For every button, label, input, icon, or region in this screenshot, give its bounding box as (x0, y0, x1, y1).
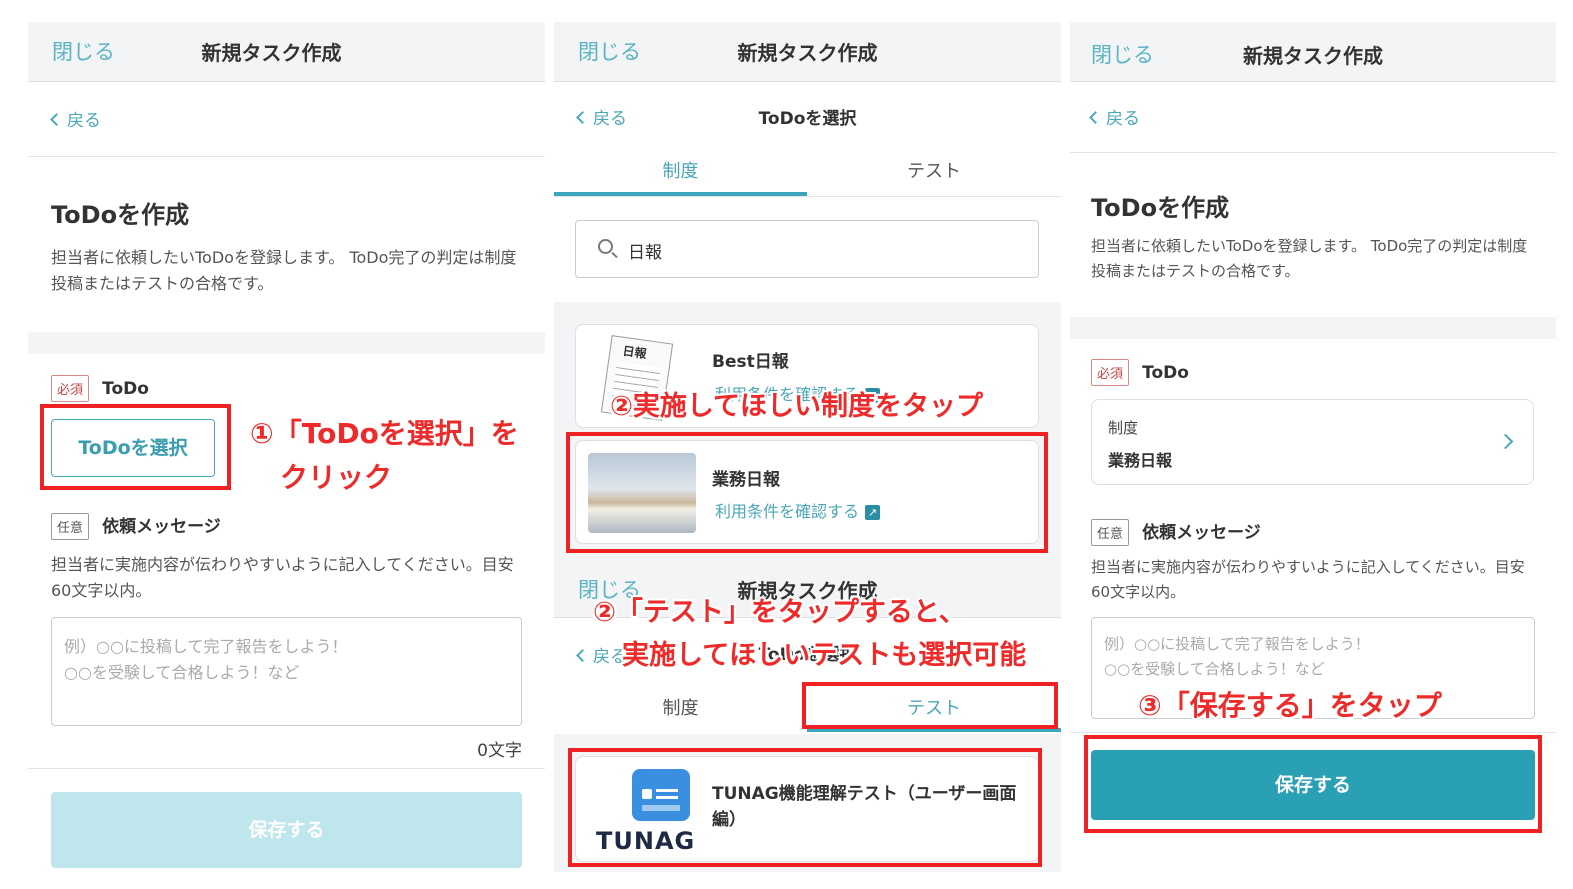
divider (28, 768, 545, 769)
page-title: 新規タスク作成 (1243, 44, 1383, 68)
divider (554, 196, 1061, 197)
page-title: 新規タスク作成 (201, 41, 342, 65)
highlight-save-button (1084, 735, 1542, 833)
header: 閉じる 新規タスク作成 (28, 22, 545, 82)
chevron-left-icon (50, 113, 63, 126)
divider (1070, 732, 1556, 733)
search-box[interactable]: 日報 (575, 220, 1039, 278)
section-heading: ToDoを作成 (51, 201, 190, 229)
divider-band (28, 332, 545, 354)
todo-field-label: 必須 ToDo (51, 375, 149, 402)
chevron-right-icon (1497, 433, 1514, 450)
annotation-step3: ③「保存する」をタップ (1138, 689, 1442, 722)
annotation-step2b-line1: ②「テスト」をタップすると、 (593, 597, 966, 628)
annotation-step1-line1: ①「ToDoを選択」を (250, 417, 519, 450)
optional-badge: 任意 (51, 513, 90, 540)
annotation-step2a: ②実施してほしい制度をタップ (610, 391, 984, 422)
selected-todo-field[interactable]: 制度 業務日報 (1091, 399, 1534, 485)
header: 閉じる 新規タスク作成 (1070, 22, 1556, 82)
annotation-step1-line2: クリック (280, 461, 393, 494)
card-title: Best日報 (712, 352, 789, 372)
back-label: 戻る (67, 111, 101, 131)
divider-band (1070, 317, 1556, 339)
selected-type: 制度 (1108, 419, 1139, 437)
tab-system[interactable]: 制度 (554, 694, 807, 720)
annotation-step2b-line2: 実施してほしいテストも選択可能 (622, 640, 1027, 671)
message-field-label: 任意 依頼メッセージ (51, 512, 221, 540)
char-count: 0文字 (477, 741, 522, 761)
section-heading: ToDoを作成 (1091, 194, 1230, 222)
tab-test[interactable]: テスト (807, 157, 1061, 183)
divider (28, 156, 545, 157)
optional-badge: 任意 (1091, 519, 1130, 546)
todo-label: ToDo (102, 379, 149, 399)
todo-label: ToDo (1142, 363, 1189, 383)
back-link[interactable]: 戻る (1089, 104, 1140, 129)
back-link[interactable]: 戻る (50, 106, 101, 131)
save-button-disabled[interactable]: 保存する (51, 792, 522, 868)
search-icon (598, 239, 613, 254)
page-title: 新規タスク作成 (737, 41, 878, 65)
message-textarea[interactable]: 例）○○に投稿して完了報告をしよう！ ○○を受験して合格しよう！など (51, 617, 522, 726)
tab-system[interactable]: 制度 (554, 157, 807, 183)
message-help-text: 担当者に実施内容が伝わりやすいように記入してください。目安60文字以内。 (51, 555, 514, 600)
divider (1070, 152, 1556, 153)
highlight-gyomu-nippo (566, 432, 1048, 553)
required-badge: 必須 (51, 375, 90, 402)
chevron-left-icon (1089, 111, 1102, 124)
selected-name: 業務日報 (1108, 451, 1173, 470)
search-icon-handle (611, 251, 618, 259)
header: 閉じる 新規タスク作成 (554, 22, 1061, 82)
highlight-select-todo (40, 404, 231, 490)
message-label: 依頼メッセージ (102, 517, 221, 537)
section-description: 担当者に依頼したいToDoを登録します。 ToDo完了の判定は制度投稿またはテス… (1091, 237, 1528, 280)
section-description: 担当者に依頼したいToDoを登録します。 ToDo完了の判定は制度投稿またはテス… (51, 248, 517, 293)
message-help-text: 担当者に実施内容が伝わりやすいように記入してください。目安60文字以内。 (1091, 558, 1525, 601)
message-field-label: 任意 依頼メッセージ (1091, 518, 1261, 546)
highlight-test-tab (802, 682, 1058, 729)
message-label: 依頼メッセージ (1142, 523, 1261, 543)
back-label: 戻る (1106, 109, 1140, 129)
required-badge: 必須 (1091, 359, 1130, 386)
search-input[interactable]: 日報 (628, 238, 662, 263)
highlight-test-card (568, 748, 1042, 867)
todo-field-label: 必須 ToDo (1091, 359, 1189, 386)
thumbnail-text: 日報 (621, 343, 648, 362)
sub-title: ToDoを選択 (758, 109, 857, 129)
